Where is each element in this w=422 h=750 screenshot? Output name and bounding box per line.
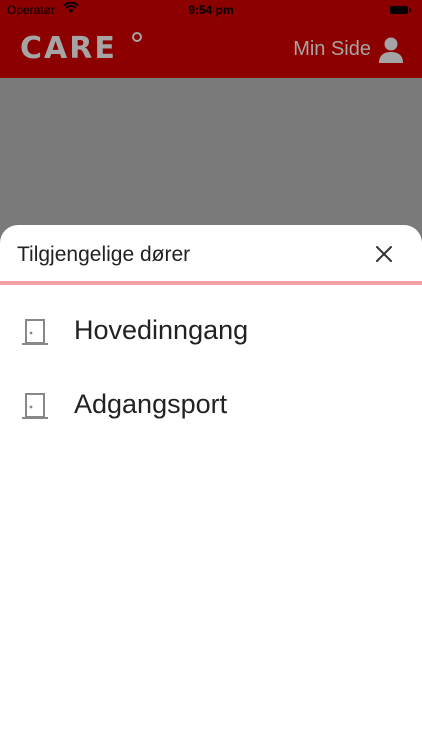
door-label: Hovedinngang: [74, 315, 249, 345]
sheet-title: Tilgjengelige dører: [17, 243, 191, 266]
nav-bar: CARE Min Side: [0, 22, 422, 78]
close-icon[interactable]: [372, 242, 396, 266]
min-side-link[interactable]: Min Side: [293, 38, 371, 61]
logo-degree-mark: [132, 32, 142, 42]
door-label: Adgangsport: [74, 389, 228, 419]
door-item-adgangsport[interactable]: Adgangsport: [0, 369, 422, 443]
door-icon: [22, 393, 48, 419]
user-icon[interactable]: [378, 36, 404, 64]
status-bar: Operatør 9:54 pm: [0, 0, 422, 22]
clock: 9:54 pm: [188, 3, 234, 17]
door-list: Hovedinngang Adgangsport: [0, 295, 422, 443]
door-item-hovedinngang[interactable]: Hovedinngang: [0, 295, 422, 369]
door-icon: [22, 319, 48, 345]
care-logo: CARE: [20, 31, 117, 66]
doors-sheet: Tilgjengelige dører Hovedinngang Adgangs…: [0, 225, 422, 750]
sheet-divider: [0, 281, 422, 285]
battery-icon: [390, 6, 411, 14]
